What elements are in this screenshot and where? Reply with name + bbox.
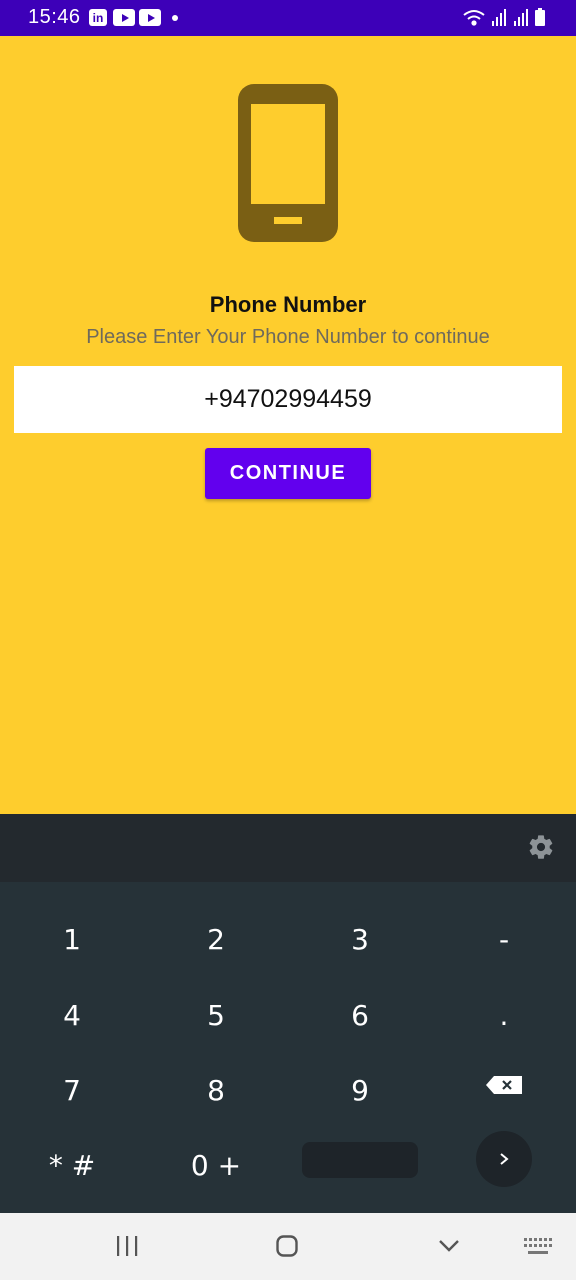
smartphone-icon <box>238 84 338 242</box>
battery-icon <box>535 8 545 26</box>
status-bar: 15:46 in <box>0 0 576 36</box>
backspace-icon[interactable] <box>486 1076 522 1094</box>
key-period[interactable]: . <box>434 980 574 1050</box>
key-4[interactable]: 4 <box>2 980 142 1050</box>
notification-dot-icon <box>172 15 178 21</box>
keyboard-toolbar <box>0 814 576 882</box>
page-title: Phone Number <box>209 292 367 317</box>
key-3[interactable]: 3 <box>290 904 430 974</box>
gear-icon[interactable] <box>527 833 555 861</box>
key-7[interactable]: 7 <box>2 1055 142 1125</box>
go-key[interactable] <box>476 1131 532 1187</box>
keyboard-icon[interactable] <box>524 1238 552 1256</box>
chevron-right-icon <box>500 1153 509 1165</box>
key-5[interactable]: 5 <box>146 980 286 1050</box>
key-9[interactable]: 9 <box>290 1055 430 1125</box>
key-8[interactable]: 8 <box>146 1055 286 1125</box>
key-1[interactable]: 1 <box>2 904 142 974</box>
key-star-hash[interactable]: * # <box>2 1130 142 1200</box>
signal-icon <box>514 9 528 26</box>
youtube-icon <box>113 9 135 26</box>
status-time: 15:46 <box>28 6 81 28</box>
wifi-icon <box>463 10 485 26</box>
page-subtitle: Please Enter Your Phone Number to contin… <box>86 326 490 348</box>
key-0-plus[interactable]: 0 + <box>146 1130 286 1200</box>
key-6[interactable]: 6 <box>290 980 430 1050</box>
space-key[interactable] <box>302 1142 418 1178</box>
youtube-icon <box>139 9 161 26</box>
linkedin-icon: in <box>89 9 107 26</box>
home-icon[interactable] <box>276 1235 298 1257</box>
phone-number-input[interactable] <box>14 366 562 433</box>
status-indicators <box>463 8 545 26</box>
key-minus[interactable]: - <box>434 904 574 974</box>
back-icon[interactable] <box>438 1238 460 1254</box>
key-2[interactable]: 2 <box>146 904 286 974</box>
signal-icon <box>492 9 506 26</box>
continue-button[interactable]: CONTINUE <box>205 448 371 499</box>
recents-icon[interactable] <box>116 1236 138 1256</box>
